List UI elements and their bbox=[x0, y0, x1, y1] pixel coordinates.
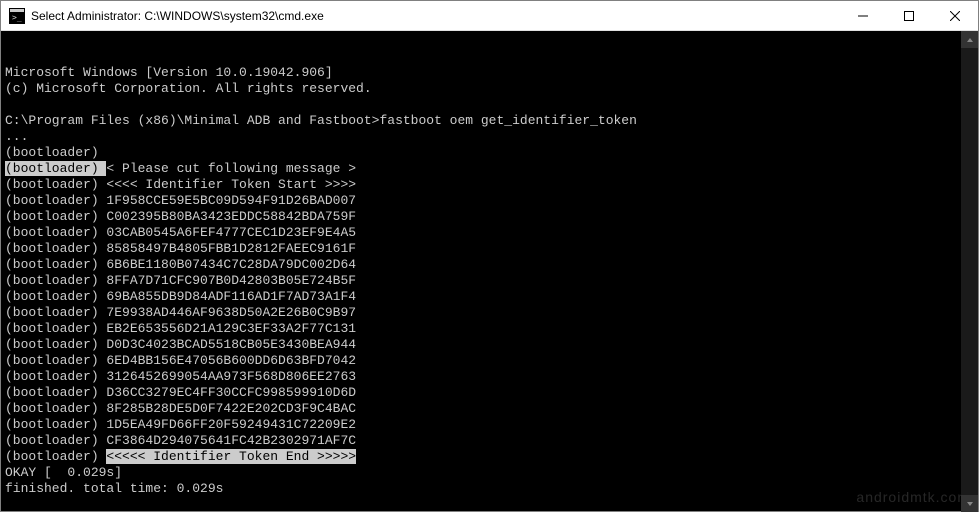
console-line: (bootloader) D0D3C4023BCAD5518CB05E3430B… bbox=[5, 337, 356, 352]
console-line: (bootloader) 6ED4BB156E47056B600DD6D63BF… bbox=[5, 353, 356, 368]
console-line: (bootloader) bbox=[5, 449, 106, 464]
console-line: (bootloader) EB2E653556D21A129C3EF33A2F7… bbox=[5, 321, 356, 336]
command-text: fastboot oem get_identifier_token bbox=[379, 113, 636, 128]
console-line: (bootloader) 1F958CCE59E5BC09D594F91D26B… bbox=[5, 193, 356, 208]
console-line: (bootloader) D36CC3279EC4FF30CCFC9985999… bbox=[5, 385, 356, 400]
close-button[interactable] bbox=[932, 1, 978, 31]
cmd-window: >_ Select Administrator: C:\WINDOWS\syst… bbox=[0, 0, 979, 512]
vertical-scrollbar[interactable] bbox=[961, 31, 978, 512]
console-line: Microsoft Windows [Version 10.0.19042.90… bbox=[5, 65, 333, 80]
cmd-icon: >_ bbox=[9, 8, 25, 24]
scroll-up-button[interactable] bbox=[961, 31, 978, 48]
console-line: (bootloader) CF3864D294075641FC42B230297… bbox=[5, 433, 356, 448]
prompt-path: C:\Program Files (x86)\Minimal ADB and F… bbox=[5, 113, 379, 128]
console-line: (bootloader) 85858497B4805FBB1D2812FAEEC… bbox=[5, 241, 356, 256]
console-line: (bootloader) bbox=[5, 145, 106, 160]
window-title: Select Administrator: C:\WINDOWS\system3… bbox=[31, 9, 324, 23]
svg-text:>_: >_ bbox=[12, 13, 22, 22]
console-line: (bootloader) 6B6BE1180B07434C7C28DA79DC0… bbox=[5, 257, 356, 272]
console-line: ... bbox=[5, 129, 28, 144]
titlebar[interactable]: >_ Select Administrator: C:\WINDOWS\syst… bbox=[1, 1, 978, 31]
console-line: (bootloader) 1D5EA49FD66FF20F59249431C72… bbox=[5, 417, 356, 432]
console-line: (bootloader) <<<< Identifier Token Start… bbox=[5, 177, 356, 192]
console-line: finished. total time: 0.029s bbox=[5, 481, 223, 496]
minimize-button[interactable] bbox=[840, 1, 886, 31]
console-area[interactable]: Microsoft Windows [Version 10.0.19042.90… bbox=[1, 31, 978, 511]
console-output: Microsoft Windows [Version 10.0.19042.90… bbox=[5, 65, 974, 511]
maximize-button[interactable] bbox=[886, 1, 932, 31]
console-line: (bootloader) 3126452699054AA973F568D806E… bbox=[5, 369, 356, 384]
console-line: (c) Microsoft Corporation. All rights re… bbox=[5, 81, 372, 96]
console-line: (bootloader) C002395B80BA3423EDDC58842BD… bbox=[5, 209, 356, 224]
scroll-track[interactable] bbox=[961, 48, 978, 495]
console-line: < Please cut following message > bbox=[106, 161, 356, 176]
scroll-down-button[interactable] bbox=[961, 495, 978, 512]
console-line: (bootloader) 03CAB0545A6FEF4777CEC1D23EF… bbox=[5, 225, 356, 240]
console-line: OKAY [ 0.029s] bbox=[5, 465, 122, 480]
console-line: (bootloader) 7E9938AD446AF9638D50A2E26B0… bbox=[5, 305, 356, 320]
console-line: (bootloader) 8F285B28DE5D0F7422E202CD3F9… bbox=[5, 401, 356, 416]
console-line: (bootloader) 69BA855DB9D84ADF116AD1F7AD7… bbox=[5, 289, 356, 304]
selected-text: (bootloader) bbox=[5, 161, 106, 176]
console-line: (bootloader) 8FFA7D71CFC907B0D42803B05E7… bbox=[5, 273, 356, 288]
selected-text: <<<<< Identifier Token End >>>>> bbox=[106, 449, 356, 464]
